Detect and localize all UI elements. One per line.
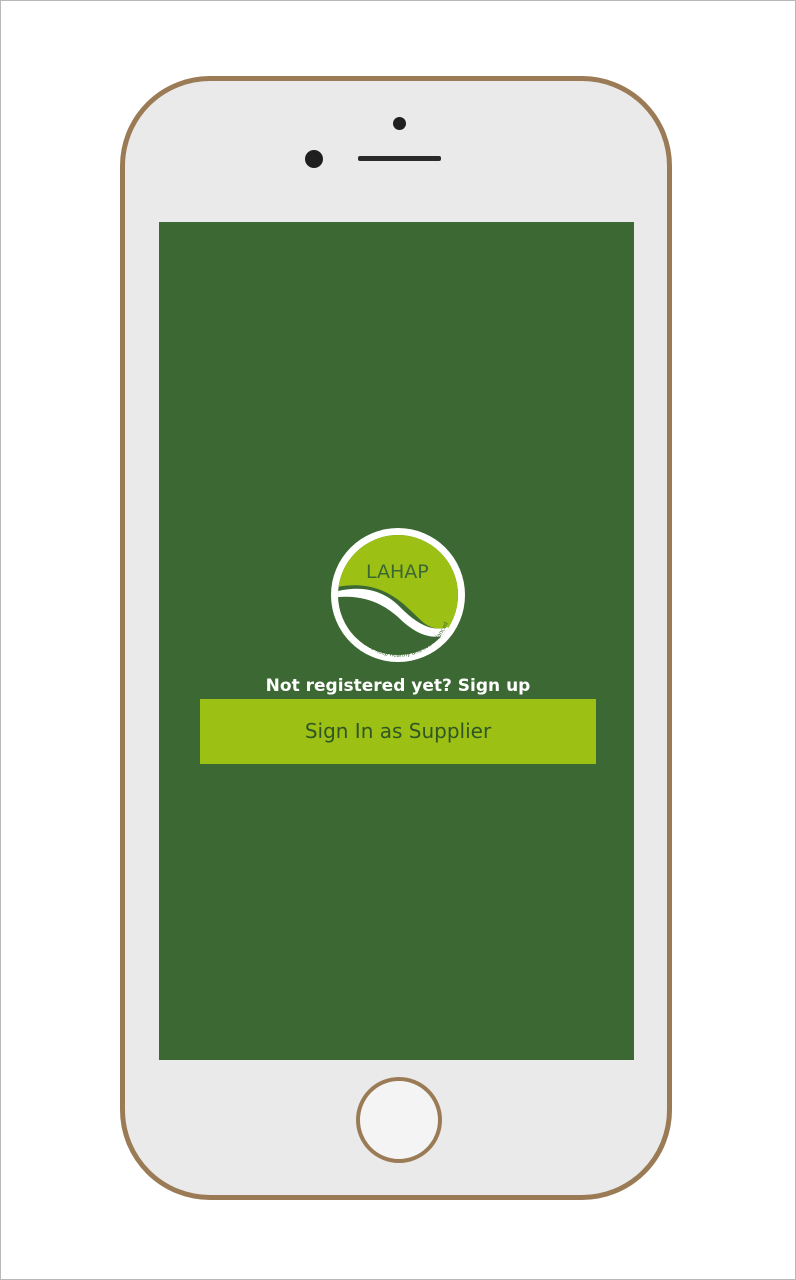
front-sensor-dot [393,117,406,130]
earpiece-speaker [358,156,441,161]
logo-brand-text: LAHAP [366,561,429,583]
home-button[interactable] [356,1077,442,1163]
lahap-logo: LAHAP with ours, we keep healthy and liv… [331,528,465,662]
signup-link[interactable]: Not registered yet? Sign up [200,676,596,696]
sign-in-supplier-button[interactable]: Sign In as Supplier [200,699,596,764]
front-camera-icon [305,150,323,168]
